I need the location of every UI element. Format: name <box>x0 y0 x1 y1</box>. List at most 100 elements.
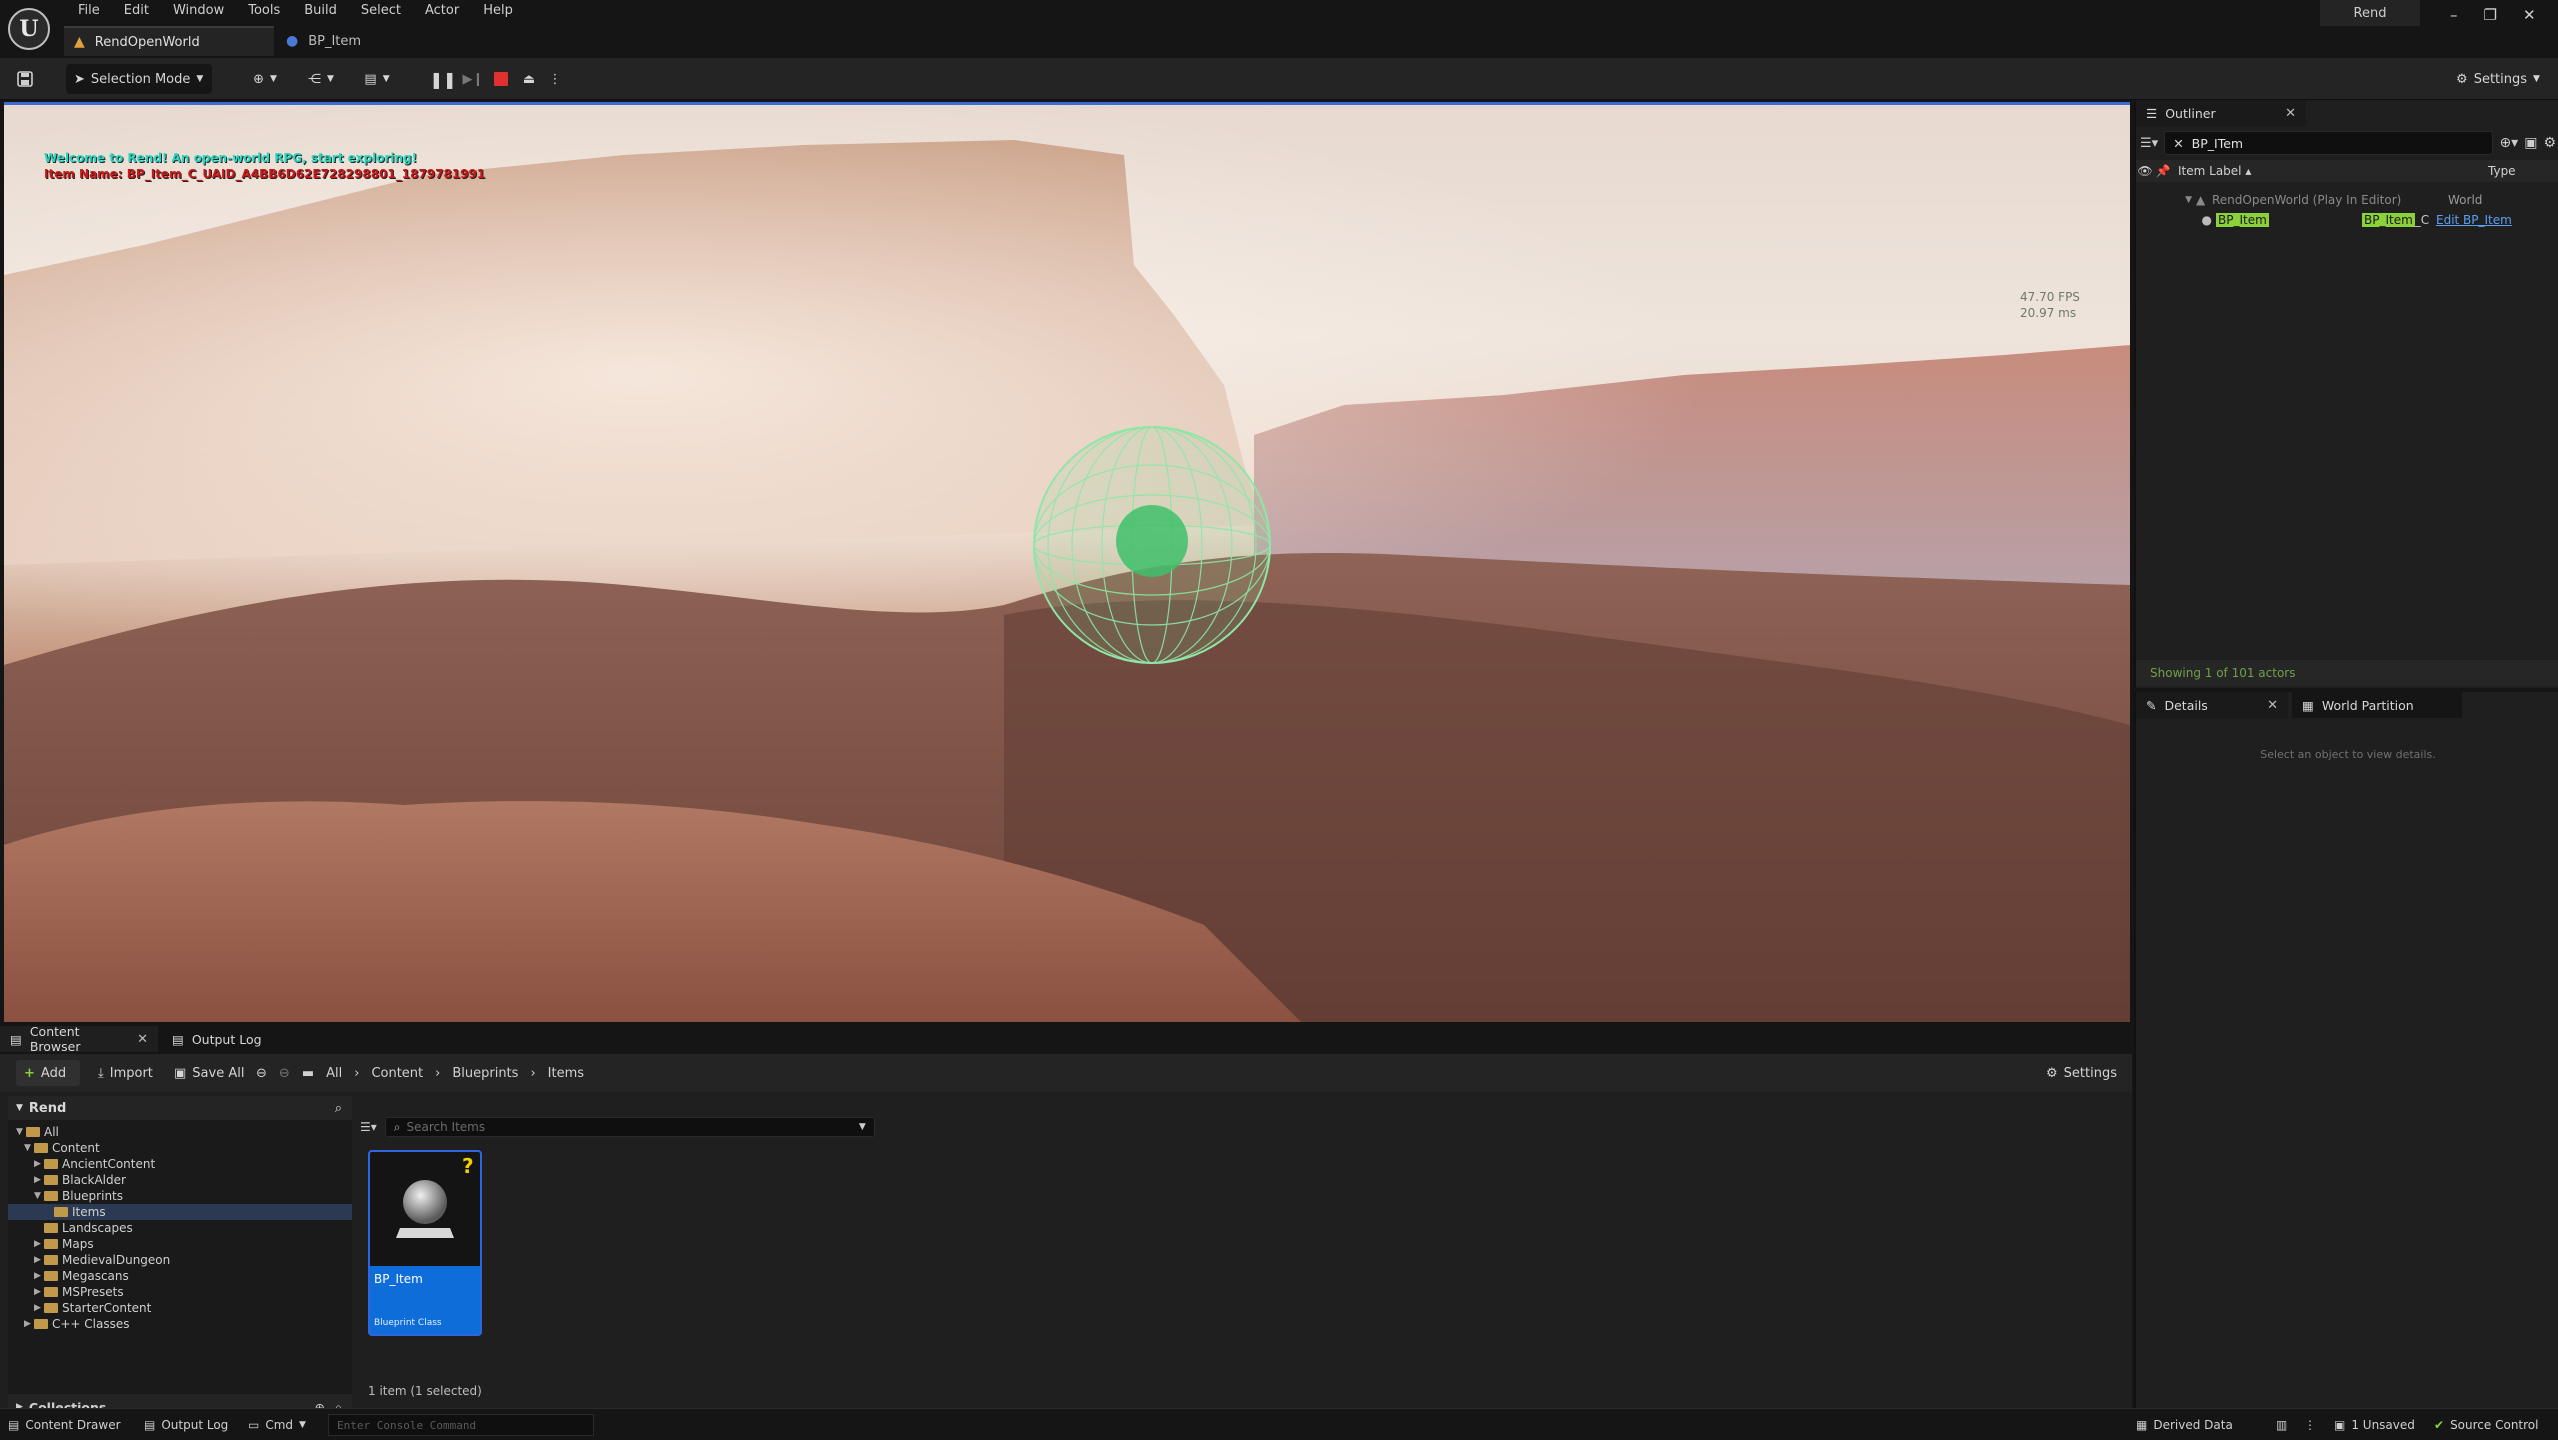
pause-icon[interactable]: ❚❚ <box>430 64 457 94</box>
tab-rendopenworld[interactable]: ▲ RendOpenWorld <box>64 26 274 56</box>
tab-bp-item[interactable]: ● BP_Item <box>278 26 438 56</box>
chevron-right-icon[interactable]: ▶ <box>24 1319 34 1329</box>
tab-world-partition[interactable]: ▦ World Partition <box>2292 692 2462 718</box>
breadcrumb-all[interactable]: All <box>326 1066 342 1081</box>
menu-actor[interactable]: Actor <box>413 0 471 22</box>
clear-search-icon[interactable]: ✕ <box>2173 136 2183 151</box>
tree-item-medievaldungeon[interactable]: ▶ MedievalDungeon <box>8 1252 352 1268</box>
new-folder-icon[interactable]: ▣ <box>2524 135 2537 151</box>
history-back-icon[interactable]: ⊖ <box>256 1066 267 1081</box>
content-settings-button[interactable]: ⚙ Settings <box>2046 1060 2117 1086</box>
tree-item-megascans[interactable]: ▶ Megascans <box>8 1268 352 1284</box>
more-options-icon[interactable]: ⋮ <box>2304 1415 2316 1435</box>
tree-item-content[interactable]: ▼ Content <box>8 1140 352 1156</box>
close-icon[interactable]: ✕ <box>2285 106 2296 121</box>
chevron-down-icon[interactable]: ▼ <box>2136 195 2196 205</box>
column-item-label[interactable]: Item Label ▴ <box>2172 164 2488 178</box>
tree-item-landscapes[interactable]: Landscapes <box>8 1220 352 1236</box>
source-control-button[interactable]: ✔ Source Control <box>2434 1415 2538 1435</box>
outliner-row-world[interactable]: ▼ ▲ RendOpenWorld (Play In Editor) World <box>2136 190 2558 210</box>
menu-tools[interactable]: Tools <box>236 0 292 22</box>
tree-item-all[interactable]: ▼ All <box>8 1124 352 1140</box>
chevron-right-icon[interactable]: ▶ <box>34 1175 44 1185</box>
tree-item-blackalder[interactable]: ▶ BlackAlder <box>8 1172 352 1188</box>
search-icon[interactable]: ⌕ <box>335 1101 342 1116</box>
level-viewport[interactable]: Welcome to Rend! An open-world RPG, star… <box>4 102 2130 1022</box>
content-drawer-button[interactable]: ▤ Content Drawer <box>8 1415 121 1435</box>
add-icon[interactable]: ⊕▾ <box>2499 135 2518 151</box>
tab-details[interactable]: ✎ Details ✕ <box>2136 692 2288 718</box>
eject-icon[interactable]: ⏏ <box>516 64 542 94</box>
column-type[interactable]: Type <box>2488 164 2516 178</box>
tree-item-maps[interactable]: ▶ Maps <box>8 1236 352 1252</box>
breadcrumb-content[interactable]: Content <box>371 1066 423 1081</box>
save-all-button[interactable]: ▣ Save All <box>174 1060 244 1086</box>
asset-tile-bp-item[interactable]: ? BP_Item Blueprint Class <box>368 1150 482 1336</box>
breadcrumb-items[interactable]: Items <box>548 1066 584 1081</box>
close-icon[interactable]: ✕ <box>2267 698 2278 713</box>
derived-data-button[interactable]: ▦ Derived Data <box>2136 1415 2233 1435</box>
tab-output-log[interactable]: ▤ Output Log <box>162 1026 282 1052</box>
step-frame-icon[interactable]: ▶❙ <box>460 64 486 94</box>
import-button[interactable]: ⤓ Import <box>98 1060 153 1086</box>
chevron-down-icon[interactable]: ▼ <box>16 1103 23 1113</box>
tree-item-items[interactable]: Items <box>8 1204 352 1220</box>
cmd-dropdown[interactable]: ▭ Cmd ▼ <box>248 1415 306 1435</box>
save-icon[interactable] <box>12 64 38 94</box>
close-icon[interactable]: ✕ <box>2523 6 2536 24</box>
pin-icon[interactable]: 📌 <box>2154 164 2172 178</box>
tree-item-mspresets[interactable]: ▶ MSPresets <box>8 1284 352 1300</box>
edit-bp-item-link[interactable]: Edit BP_Item <box>2436 213 2512 227</box>
settings-label: Settings <box>2473 71 2528 87</box>
close-icon[interactable]: ✕ <box>137 1032 148 1047</box>
menu-select[interactable]: Select <box>349 0 413 22</box>
gear-icon[interactable]: ⚙ <box>2543 135 2556 151</box>
history-forward-icon[interactable]: ⊖ <box>279 1066 290 1081</box>
unsaved-button[interactable]: ▣ 1 Unsaved <box>2334 1415 2415 1435</box>
menu-build[interactable]: Build <box>292 0 349 22</box>
blueprint-dropdown[interactable]: ⋲ ▼ <box>300 64 342 94</box>
unreal-logo-icon[interactable]: U <box>8 8 50 50</box>
breadcrumb-blueprints[interactable]: Blueprints <box>452 1066 518 1081</box>
chevron-right-icon[interactable]: ▶ <box>34 1159 44 1169</box>
filter-icon[interactable]: ☰▾ <box>2140 136 2158 151</box>
tab-content-browser[interactable]: ▤ Content Browser ✕ <box>0 1024 158 1054</box>
tree-item-blueprints[interactable]: ▼ Blueprints <box>8 1188 352 1204</box>
menu-file[interactable]: File <box>66 0 112 22</box>
folder-tree-header[interactable]: ▼ Rend ⌕ <box>8 1096 352 1120</box>
chevron-right-icon[interactable]: ▶ <box>34 1303 44 1313</box>
outliner-search-input[interactable]: ✕ BP_ITem <box>2164 131 2494 155</box>
console-command-input[interactable]: Enter Console Command <box>328 1414 594 1436</box>
selection-mode-dropdown[interactable]: ➤ Selection Mode ▼ <box>66 64 212 94</box>
chevron-down-icon[interactable]: ▼ <box>859 1122 866 1132</box>
output-log-button[interactable]: ▤ Output Log <box>144 1415 228 1435</box>
chevron-right-icon[interactable]: ▶ <box>34 1287 44 1297</box>
menu-help[interactable]: Help <box>471 0 525 22</box>
tree-item-startercontent[interactable]: ▶ StarterContent <box>8 1300 352 1316</box>
tree-item-cpp-classes[interactable]: ▶ C++ Classes <box>8 1316 352 1332</box>
chevron-right-icon[interactable]: ▶ <box>34 1239 44 1249</box>
chevron-down-icon[interactable]: ▼ <box>24 1143 34 1153</box>
eye-icon[interactable]: 👁 <box>2136 164 2154 178</box>
chevron-right-icon[interactable]: ▶ <box>34 1271 44 1281</box>
tree-item-ancientcontent[interactable]: ▶ AncientContent <box>8 1156 352 1172</box>
menu-window[interactable]: Window <box>161 0 236 22</box>
cinematics-dropdown[interactable]: ▤ ▼ <box>356 64 398 94</box>
settings-button[interactable]: ⚙ Settings ▼ <box>2448 64 2548 94</box>
chevron-down-icon[interactable]: ▼ <box>16 1127 26 1137</box>
more-options-icon[interactable]: ⋮ <box>546 64 564 94</box>
chevron-down-icon[interactable]: ▼ <box>34 1191 44 1201</box>
stop-button[interactable] <box>488 64 514 94</box>
asset-search-input[interactable]: ⌕ Search Items ▼ <box>384 1117 875 1137</box>
add-button[interactable]: + Add <box>16 1060 80 1086</box>
filter-icon[interactable]: ☰▾ <box>360 1120 377 1134</box>
tab-outliner[interactable]: ☰ Outliner ✕ <box>2136 100 2306 126</box>
restore-icon[interactable]: ❐ <box>2484 6 2497 24</box>
minimize-icon[interactable]: – <box>2450 6 2458 24</box>
trace-icon[interactable]: ▥ <box>2276 1415 2287 1435</box>
save-all-icon: ▣ <box>174 1065 187 1081</box>
menu-edit[interactable]: Edit <box>112 0 161 22</box>
add-actor-dropdown[interactable]: ⊕ ▼ <box>244 64 286 94</box>
chevron-right-icon[interactable]: ▶ <box>34 1255 44 1265</box>
outliner-row-bp-item[interactable]: ● BP_Item BP_Item _C Edit BP_Item <box>2136 210 2558 230</box>
